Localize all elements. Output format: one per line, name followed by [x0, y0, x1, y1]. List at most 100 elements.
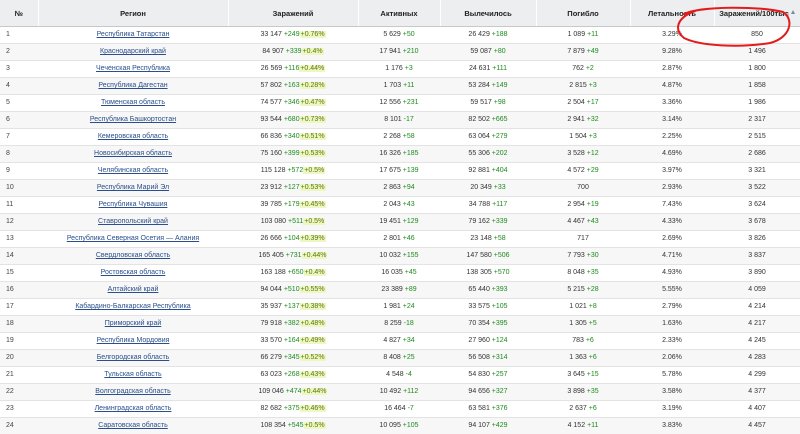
cases-value: 66 279	[260, 354, 281, 361]
region-link[interactable]: Челябинская область	[98, 167, 168, 174]
active-cell: 23 389 +89	[358, 282, 440, 299]
deaths-value: 2 637	[569, 405, 587, 412]
deaths-delta: +8	[589, 303, 597, 310]
per100k-cell: 3 624	[714, 197, 800, 214]
active-delta: +50	[403, 31, 415, 38]
recovered-value: 56 508	[468, 354, 489, 361]
recovered-value: 59 517	[470, 99, 491, 106]
region-link[interactable]: Волгоградская область	[95, 388, 170, 395]
col-header-recovered[interactable]: Вылечилось	[440, 0, 536, 27]
region-cell: Новосибирская область	[38, 146, 228, 163]
table-row: 9Челябинская область115 128 +572+0.5%17 …	[0, 163, 800, 180]
active-cell: 8 408 +25	[358, 350, 440, 367]
region-link[interactable]: Республика Башкортостан	[90, 116, 176, 123]
region-cell: Кемеровская область	[38, 129, 228, 146]
active-value: 10 032	[379, 252, 400, 259]
region-link[interactable]: Ростовская область	[101, 269, 166, 276]
recovered-delta: +339	[492, 218, 508, 225]
recovered-cell: 92 881 +404	[440, 163, 536, 180]
region-link[interactable]: Республика Мордовия	[97, 337, 170, 344]
recovered-cell: 26 429 +188	[440, 27, 536, 44]
active-delta: +129	[403, 218, 419, 225]
active-delta: +139	[403, 167, 419, 174]
cases-value: 84 907	[262, 48, 283, 55]
region-link[interactable]: Краснодарский край	[100, 48, 166, 55]
region-link[interactable]: Тульская область	[104, 371, 161, 378]
cases-value: 33 570	[260, 337, 281, 344]
region-link[interactable]: Кемеровская область	[98, 133, 168, 140]
cases-percent-badge: +0.44%	[302, 252, 328, 259]
deaths-delta: +19	[587, 201, 599, 208]
col-header-lethality[interactable]: Летальность	[630, 0, 714, 27]
region-link[interactable]: Республика Дагестан	[98, 82, 167, 89]
col-header-region[interactable]: Регион	[38, 0, 228, 27]
region-link[interactable]: Ставропольский край	[98, 218, 168, 225]
region-link[interactable]: Республика Татарстан	[97, 31, 170, 38]
active-value: 1 176	[385, 65, 403, 72]
cases-percent-badge: +0.76%	[300, 31, 326, 38]
region-link[interactable]: Ленинградская область	[95, 405, 172, 412]
active-delta: +94	[403, 184, 415, 191]
region-link[interactable]: Саратовская область	[98, 422, 168, 429]
region-cell: Краснодарский край	[38, 44, 228, 61]
region-cell: Алтайский край	[38, 282, 228, 299]
cases-cell: 93 544 +680+0.73%	[228, 112, 358, 129]
region-link[interactable]: Республика Северная Осетия — Алания	[67, 235, 199, 242]
recovered-cell: 79 162 +339	[440, 214, 536, 231]
active-delta: +185	[403, 150, 419, 157]
col-header-num[interactable]: №	[0, 0, 38, 27]
cases-value: 33 147	[260, 31, 281, 38]
cases-percent-badge: +0.5%	[304, 422, 326, 429]
deaths-cell: 8 048 +35	[536, 265, 630, 282]
deaths-value: 1 305	[569, 320, 587, 327]
active-value: 17 941	[379, 48, 400, 55]
region-link[interactable]: Алтайский край	[108, 286, 159, 293]
recovered-value: 27 960	[468, 337, 489, 344]
cases-value: 66 836	[260, 133, 281, 140]
lethality-cell: 2.25%	[630, 129, 714, 146]
region-link[interactable]: Свердловская область	[96, 252, 170, 259]
lethality-cell: 2.87%	[630, 61, 714, 78]
region-link[interactable]: Республика Марий Эл	[97, 184, 169, 191]
active-cell: 10 032 +155	[358, 248, 440, 265]
region-link[interactable]: Приморский край	[105, 320, 162, 327]
table-row: 20Белгородская область66 279 +345+0.52%8…	[0, 350, 800, 367]
cases-delta: +375	[284, 405, 300, 412]
deaths-cell: 783 +6	[536, 333, 630, 350]
cases-delta: +116	[284, 65, 299, 72]
deaths-cell: 1 504 +3	[536, 129, 630, 146]
region-cell: Саратовская область	[38, 418, 228, 434]
region-cell: Республика Мордовия	[38, 333, 228, 350]
col-header-cases[interactable]: Заражений	[228, 0, 358, 27]
row-number: 1	[0, 27, 38, 44]
cases-percent-badge: +0.46%	[300, 405, 326, 412]
deaths-delta: +17	[587, 99, 599, 106]
deaths-value: 700	[577, 184, 589, 191]
region-link[interactable]: Кабардино-Балкарская Республика	[75, 303, 190, 310]
row-number: 9	[0, 163, 38, 180]
cases-percent-badge: +0.4%	[302, 48, 324, 55]
region-cell: Республика Марий Эл	[38, 180, 228, 197]
cases-cell: 35 937 +137+0.38%	[228, 299, 358, 316]
cases-percent-badge: +0.38%	[300, 303, 326, 310]
col-header-per100k[interactable]: Заражений/100тыс	[714, 0, 800, 27]
recovered-delta: +570	[494, 269, 510, 276]
cases-delta: +474	[286, 388, 302, 395]
active-cell: 4 827 +34	[358, 333, 440, 350]
lethality-cell: 7.43%	[630, 197, 714, 214]
region-link[interactable]: Тюменская область	[101, 99, 165, 106]
cases-cell: 33 570 +164+0.49%	[228, 333, 358, 350]
region-link[interactable]: Новосибирская область	[94, 150, 172, 157]
cases-delta: +399	[284, 150, 300, 157]
region-link[interactable]: Чеченская Республика	[96, 65, 170, 72]
region-link[interactable]: Белгородская область	[97, 354, 170, 361]
cases-cell: 109 046 +474+0.44%	[228, 384, 358, 401]
active-cell: 2 043 +43	[358, 197, 440, 214]
recovered-delta: +665	[492, 116, 508, 123]
recovered-value: 92 881	[468, 167, 489, 174]
col-header-active[interactable]: Активных	[358, 0, 440, 27]
col-header-deaths[interactable]: Погибло	[536, 0, 630, 27]
recovered-delta: +404	[492, 167, 508, 174]
active-delta: +210	[403, 48, 419, 55]
region-link[interactable]: Республика Чувашия	[99, 201, 168, 208]
